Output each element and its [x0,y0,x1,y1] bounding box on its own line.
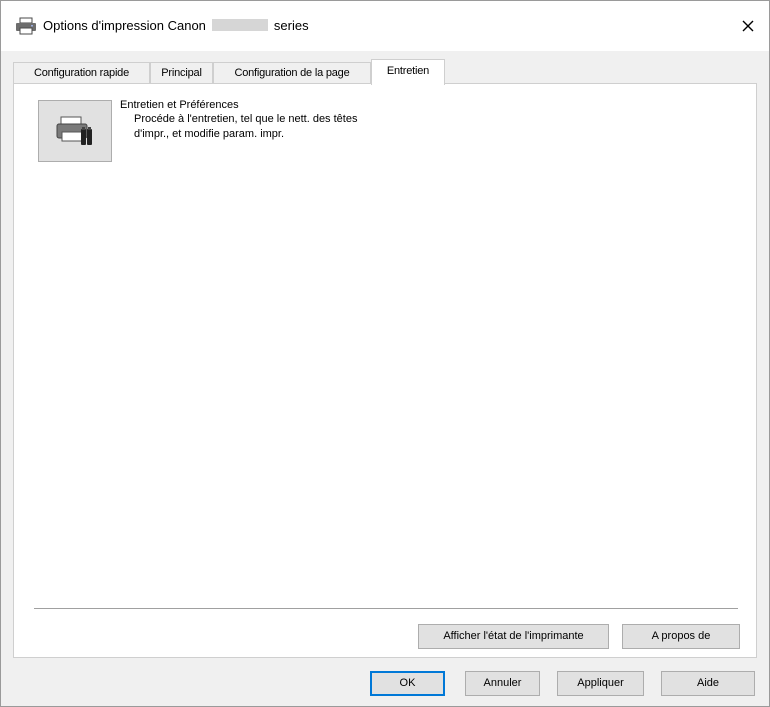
printer-status-button[interactable]: Afficher l'état de l'imprimante [418,624,609,649]
redacted-model-name [211,19,268,31]
ok-button[interactable]: OK [370,671,445,696]
close-icon [742,20,754,32]
maintenance-title: Entretien et Préférences [120,99,239,111]
divider [34,608,738,609]
close-button[interactable] [727,7,769,45]
cancel-button[interactable]: Annuler [465,671,540,696]
maintenance-description: Procéde à l'entretien, tel que le nett. … [134,113,358,140]
tab-bar: Configuration rapide Principal Configura… [13,59,757,85]
tab-panel-entretien: Entretien et Préférences Procéde à l'ent… [13,83,757,658]
print-options-dialog: Options d'impression Canon series Configu… [0,0,770,707]
title-bar: Options d'impression Canon series [1,1,769,51]
tab-configuration-rapide[interactable]: Configuration rapide [13,62,150,84]
window-title: Options d'impression Canon series [43,18,309,33]
apply-button[interactable]: Appliquer [557,671,644,696]
printer-maintenance-icon [56,116,92,145]
tab-configuration-page[interactable]: Configuration de la page [213,62,371,84]
maintenance-preferences-button[interactable] [38,100,112,162]
tab-principal[interactable]: Principal [150,62,213,84]
help-button[interactable]: Aide [661,671,755,696]
about-button[interactable]: A propos de [622,624,740,649]
tab-entretien[interactable]: Entretien [371,59,445,85]
printer-icon [16,17,36,35]
